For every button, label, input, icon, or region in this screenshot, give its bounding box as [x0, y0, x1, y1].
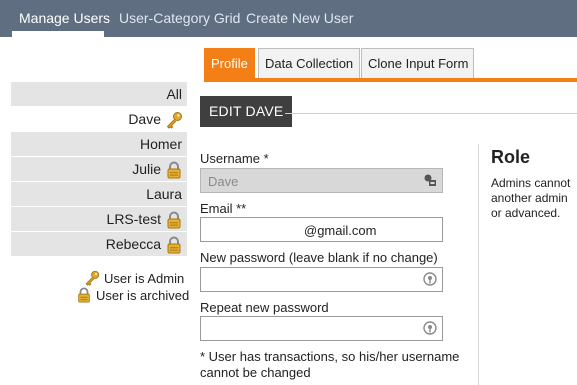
key-icon: [166, 112, 182, 129]
repeat-password-field[interactable]: [200, 316, 443, 341]
user-list-item-all[interactable]: All: [11, 82, 187, 107]
email-label: Email **: [200, 201, 247, 216]
user-list-item-homer[interactable]: Homer: [11, 132, 187, 157]
password-key-icon[interactable]: [423, 321, 437, 335]
role-title: Role: [491, 147, 531, 167]
user-list-item-julie[interactable]: Julie: [11, 157, 187, 182]
new-password-label: New password (leave blank if no change): [200, 250, 438, 265]
user-list-item-laura[interactable]: Laura: [11, 182, 187, 207]
user-list-label: Dave: [128, 111, 161, 127]
nav-active-indicator: [12, 31, 104, 37]
role-description: Admins cannot another admin or advanced.: [491, 176, 577, 221]
username-label: Username *: [200, 151, 269, 166]
user-list-label: Rebecca: [105, 236, 161, 252]
username-value: Dave: [208, 174, 239, 189]
nav-create-new-user[interactable]: Create New User: [246, 10, 353, 26]
tab-clone-input-form[interactable]: Clone Input Form: [361, 48, 474, 78]
lock-icon: [167, 236, 181, 254]
user-list-item-lrs-test[interactable]: LRS-test: [11, 207, 187, 232]
repeat-password-label: Repeat new password: [200, 300, 329, 315]
user-list: All Dave Homer Julie Laura LRS-test Rebe…: [11, 82, 187, 257]
lock-icon: [167, 161, 181, 179]
key-icon: [85, 270, 100, 286]
user-list-label: Laura: [146, 186, 182, 202]
lock-icon: [167, 211, 181, 229]
edit-user-header: EDIT DAVE: [200, 96, 293, 127]
legend-admin-label: User is Admin: [104, 271, 185, 286]
lock-icon: [78, 287, 90, 303]
user-list-item-rebecca[interactable]: Rebecca: [11, 232, 187, 257]
user-list-label: All: [166, 86, 182, 102]
role-text-line: another admin: [491, 191, 568, 205]
new-password-field[interactable]: [200, 267, 443, 292]
username-note: * User has transactions, so his/her user…: [200, 349, 460, 380]
user-list-label: Julie: [132, 161, 161, 177]
legend-archived-label: User is archived: [96, 288, 190, 303]
tab-profile[interactable]: Profile: [204, 48, 255, 78]
user-list-item-dave[interactable]: Dave: [11, 107, 187, 132]
nav-user-category-grid[interactable]: User-Category Grid: [119, 10, 240, 26]
tab-data-collection[interactable]: Data Collection: [258, 48, 360, 78]
password-key-icon[interactable]: [423, 272, 437, 286]
role-text-line: or advanced.: [491, 206, 561, 220]
role-text-line: Admins cannot: [491, 176, 571, 190]
header-divider: [285, 113, 577, 114]
username-field: Dave: [200, 168, 443, 193]
user-list-label: Homer: [139, 136, 182, 152]
email-value: @gmail.com: [304, 223, 377, 238]
panel-divider: [478, 144, 479, 385]
top-nav: Manage Users User-Category Grid Create N…: [0, 0, 577, 37]
user-list-label: LRS-test: [106, 211, 161, 227]
email-field[interactable]: @gmail.com: [200, 217, 443, 242]
nav-manage-users[interactable]: Manage Users: [19, 10, 110, 26]
tab-underline: [204, 78, 577, 82]
password-manager-icon: [424, 174, 436, 186]
